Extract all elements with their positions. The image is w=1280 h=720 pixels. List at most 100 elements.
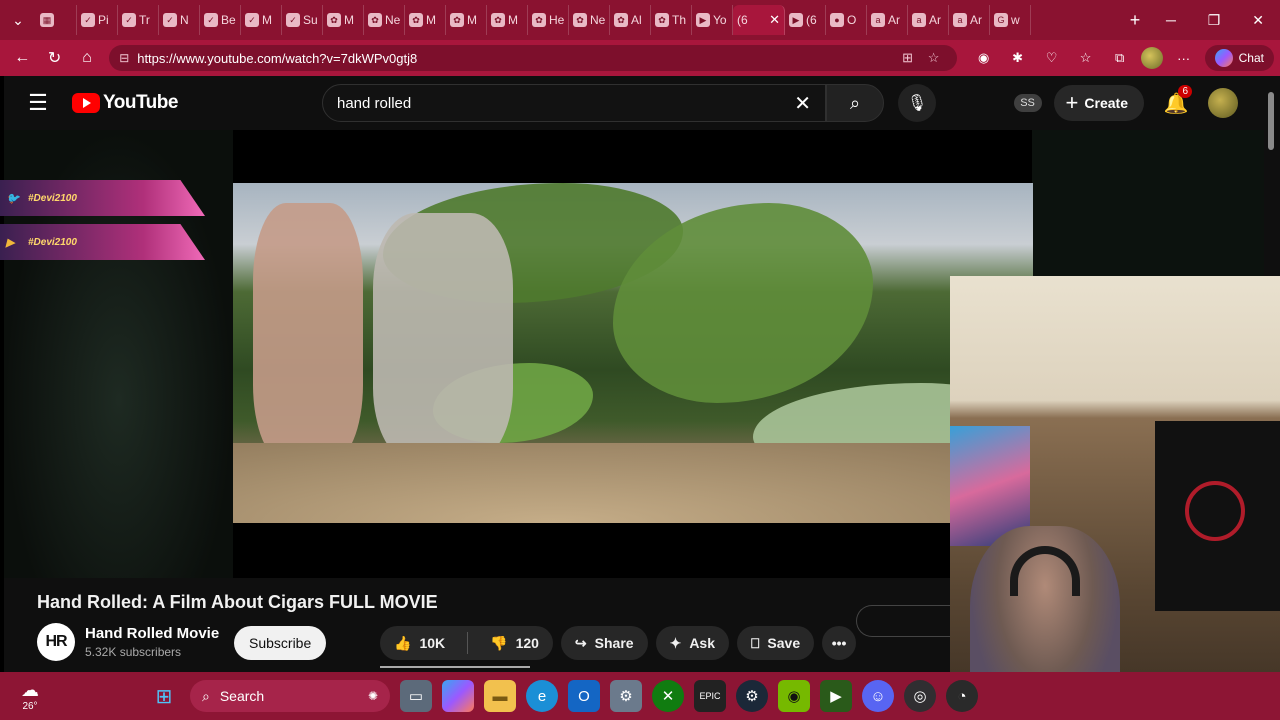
scrollbar-thumb[interactable] bbox=[1268, 92, 1274, 150]
browser-tab[interactable]: ✿ M bbox=[487, 5, 528, 35]
url-text[interactable]: https://www.youtube.com/watch?v=7dkWPv0g… bbox=[137, 51, 894, 66]
ss-extension-badge[interactable]: SS bbox=[1013, 94, 1042, 112]
notification-count-badge: 6 bbox=[1178, 84, 1192, 98]
channel-name[interactable]: Hand Rolled Movie bbox=[85, 625, 219, 642]
dislike-button[interactable]: 👎 120 bbox=[476, 626, 553, 660]
browser-tab[interactable]: ✿ M bbox=[405, 5, 446, 35]
copilot-icon[interactable] bbox=[442, 680, 474, 712]
notifications-button[interactable]: 🔔 6 bbox=[1156, 84, 1196, 116]
search-icon: ⌕ bbox=[202, 687, 210, 704]
header-actions: SS + Create 🔔 6 bbox=[1013, 84, 1264, 121]
epic-games-icon[interactable]: EPIC bbox=[694, 680, 726, 712]
favorite-star-icon[interactable]: ☆ bbox=[921, 50, 947, 66]
game-app-icon[interactable]: ▶ bbox=[820, 680, 852, 712]
taskbar-search[interactable]: ⌕ Search ✺ bbox=[190, 680, 390, 712]
weather-widget[interactable]: ☁ 26° bbox=[0, 680, 60, 712]
obs-icon[interactable]: ◎ bbox=[904, 680, 936, 712]
channel-info: HR Hand Rolled Movie 5.32K subscribers bbox=[37, 623, 219, 661]
check-icon: ✓ bbox=[122, 13, 136, 27]
browser-tab[interactable]: ✓ M bbox=[241, 5, 282, 35]
app-available-icon[interactable]: ⊞ bbox=[895, 50, 921, 66]
reload-icon[interactable]: ↻ bbox=[38, 48, 70, 68]
ask-button[interactable]: ✦ Ask bbox=[655, 626, 729, 660]
browser-tab-active[interactable]: (6 ✕ bbox=[733, 5, 785, 35]
speedometer-icon[interactable]: ◔ bbox=[946, 680, 978, 712]
menu-icon[interactable]: ☰ bbox=[4, 90, 72, 116]
share-button[interactable]: ↪ Share bbox=[560, 626, 648, 660]
browser-tab[interactable]: a Ar bbox=[908, 5, 949, 35]
browser-tab[interactable]: ✿ Al bbox=[610, 5, 651, 35]
home-icon[interactable]: ⌂ bbox=[71, 49, 103, 67]
youtube-logo[interactable]: YouTube bbox=[72, 92, 322, 114]
voice-search-button[interactable]: 🎙 bbox=[898, 84, 936, 122]
profile-avatar-icon[interactable] bbox=[1140, 47, 1163, 69]
more-actions-button[interactable]: ••• bbox=[822, 626, 857, 660]
browser-tab[interactable]: ✓ Su bbox=[282, 5, 323, 35]
browser-tab[interactable]: ✓ Be bbox=[200, 5, 241, 35]
openai-icon: ✿ bbox=[573, 13, 587, 27]
close-window-icon[interactable]: ✕ bbox=[1252, 12, 1264, 29]
browser-tab[interactable]: ✿ Ne bbox=[364, 5, 405, 35]
settings-icon[interactable]: ⚙ bbox=[610, 680, 642, 712]
more-options-icon[interactable]: ··· bbox=[1171, 47, 1197, 69]
browser-tab[interactable]: ● O bbox=[826, 5, 867, 35]
windows-start-icon[interactable]: ⊞ bbox=[148, 680, 180, 712]
extensions-puzzle-icon[interactable]: ✱ bbox=[1005, 47, 1031, 69]
xbox-icon[interactable]: ✕ bbox=[652, 680, 684, 712]
collections-icon[interactable]: ⧉ bbox=[1107, 47, 1133, 69]
browser-tab[interactable]: ▶ (6 bbox=[785, 5, 826, 35]
discord-icon[interactable]: ☺ bbox=[862, 680, 894, 712]
create-button[interactable]: + Create bbox=[1053, 85, 1144, 121]
browser-tab[interactable]: ✿ M bbox=[323, 5, 364, 35]
browser-tab[interactable]: ✓ Tr bbox=[118, 5, 159, 35]
file-explorer-icon[interactable]: ▭ bbox=[400, 680, 432, 712]
close-tab-icon[interactable]: ✕ bbox=[769, 12, 780, 28]
browser-tab[interactable]: Gw bbox=[990, 5, 1031, 35]
steam-icon[interactable]: ⚙ bbox=[736, 680, 768, 712]
thumbs-up-icon: 👍 bbox=[394, 634, 412, 651]
channel-avatar[interactable]: HR bbox=[37, 623, 75, 661]
chat-button[interactable]: Chat bbox=[1204, 45, 1274, 71]
side-panel-pill[interactable] bbox=[856, 605, 950, 637]
sparkle-icon: ✦ bbox=[669, 634, 682, 651]
page-scrollbar[interactable] bbox=[1264, 76, 1280, 276]
browser-tab[interactable]: a Ar bbox=[867, 5, 908, 35]
video-frame[interactable] bbox=[233, 183, 1033, 523]
edge-icon[interactable]: e bbox=[526, 680, 558, 712]
minimize-icon[interactable]: ─ bbox=[1166, 12, 1176, 29]
video-info-section: Hand Rolled: A Film About Cigars FULL MO… bbox=[4, 578, 950, 672]
browser-tab[interactable]: a Ar bbox=[949, 5, 990, 35]
extension-toggle-icon[interactable]: ◉ bbox=[971, 47, 997, 69]
subscribe-button[interactable]: Subscribe bbox=[234, 626, 327, 660]
restore-icon[interactable]: ❐ bbox=[1208, 12, 1221, 29]
twitter-icon: 🐦 bbox=[6, 193, 20, 205]
nvidia-icon[interactable]: ◉ bbox=[778, 680, 810, 712]
browser-tab[interactable]: ✓ Pi bbox=[77, 5, 118, 35]
clear-search-icon[interactable]: ✕ bbox=[794, 91, 811, 116]
browser-tab[interactable]: ▦ bbox=[36, 5, 77, 35]
browser-tab[interactable]: ✓ N bbox=[159, 5, 200, 35]
window-controls: ─ ❐ ✕ bbox=[1150, 12, 1280, 29]
search-button[interactable]: ⌕ bbox=[826, 84, 884, 122]
back-arrow-icon[interactable]: ← bbox=[6, 49, 38, 67]
site-info-icon[interactable]: ⊟ bbox=[119, 51, 137, 65]
browser-tab[interactable]: ✿ Th bbox=[651, 5, 692, 35]
tab-actions-menu-icon[interactable]: ⌄ bbox=[0, 0, 36, 40]
outlook-icon[interactable]: O bbox=[568, 680, 600, 712]
new-tab-icon[interactable]: + bbox=[1120, 10, 1150, 31]
address-bar[interactable]: ⊟ https://www.youtube.com/watch?v=7dkWPv… bbox=[109, 45, 957, 71]
performance-icon[interactable]: ♡ bbox=[1039, 47, 1065, 69]
browser-tab[interactable]: ▶ Yo bbox=[692, 5, 733, 35]
favorites-icon[interactable]: ☆ bbox=[1073, 47, 1099, 69]
search-input[interactable]: hand rolled ✕ bbox=[322, 84, 826, 122]
pin-icon: ✓ bbox=[81, 13, 95, 27]
browser-tab[interactable]: ✿ He bbox=[528, 5, 569, 35]
browser-tab[interactable]: ✿ Ne bbox=[569, 5, 610, 35]
account-avatar[interactable] bbox=[1208, 88, 1238, 118]
browser-tab[interactable]: ✿ M bbox=[446, 5, 487, 35]
like-button[interactable]: 👍 10K bbox=[380, 626, 459, 660]
folder-icon[interactable]: ▬ bbox=[484, 680, 516, 712]
youtube-icon: ▶ bbox=[6, 237, 15, 249]
cloud-icon: ☁ bbox=[21, 680, 39, 700]
save-button[interactable]: ⎕ Save bbox=[737, 626, 815, 660]
